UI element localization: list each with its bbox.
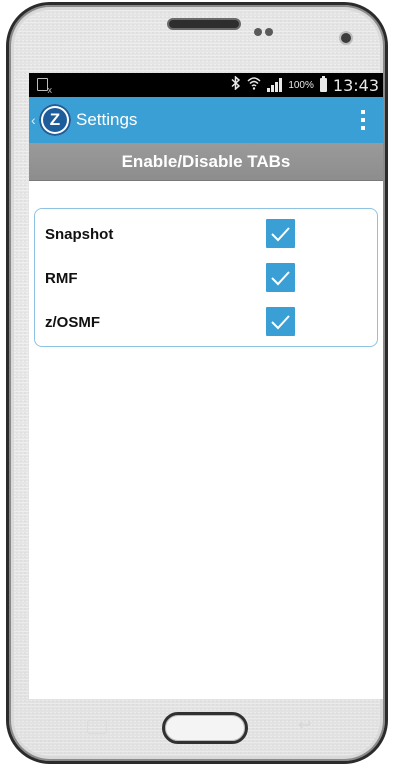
tab-row-rmf[interactable]: RMF (35, 261, 377, 297)
back-key[interactable]: ↩ (298, 718, 320, 734)
sdcard-icon (37, 78, 52, 95)
checkmark-icon (271, 315, 290, 330)
signal-icon (267, 78, 283, 92)
tab-label: z/OSMF (45, 314, 100, 331)
checkmark-icon (271, 271, 290, 286)
tab-label: RMF (45, 270, 78, 287)
bluetooth-icon (231, 75, 241, 94)
checkmark-icon (271, 227, 290, 242)
home-button[interactable] (162, 712, 248, 744)
app-logo-icon[interactable]: Z (39, 104, 71, 136)
section-header: Enable/Disable TABs (29, 143, 383, 181)
action-bar: ‹ Z Settings (29, 97, 383, 143)
front-camera (341, 33, 351, 43)
battery-percent: 100% (288, 79, 314, 91)
zosmf-checkbox[interactable] (266, 307, 295, 336)
tab-row-snapshot[interactable]: Snapshot (35, 217, 377, 253)
rmf-checkbox[interactable] (266, 263, 295, 292)
status-bar: 100% 13:43 (29, 73, 383, 97)
snapshot-checkbox[interactable] (266, 219, 295, 248)
page-title: Settings (76, 110, 138, 129)
screen: 100% 13:43 ‹ Z Settings Enable/Disable T… (29, 73, 383, 699)
earpiece-speaker (167, 18, 241, 30)
tab-row-zosmf[interactable]: z/OSMF (35, 305, 377, 341)
wifi-icon (247, 76, 261, 94)
battery-icon (319, 76, 327, 92)
app-logo-letter: Z (43, 108, 67, 132)
tabs-card: Snapshot RMF z/OSMF (34, 208, 378, 347)
proximity-sensor (254, 28, 262, 36)
recent-apps-key[interactable] (87, 720, 107, 734)
status-icons: 100% 13:43 (231, 75, 379, 95)
tab-label: Snapshot (45, 226, 114, 243)
light-sensor (265, 28, 273, 36)
up-navigation-icon[interactable]: ‹ (31, 112, 37, 128)
clock: 13:43 (332, 75, 379, 95)
overflow-menu-icon[interactable] (361, 110, 365, 130)
